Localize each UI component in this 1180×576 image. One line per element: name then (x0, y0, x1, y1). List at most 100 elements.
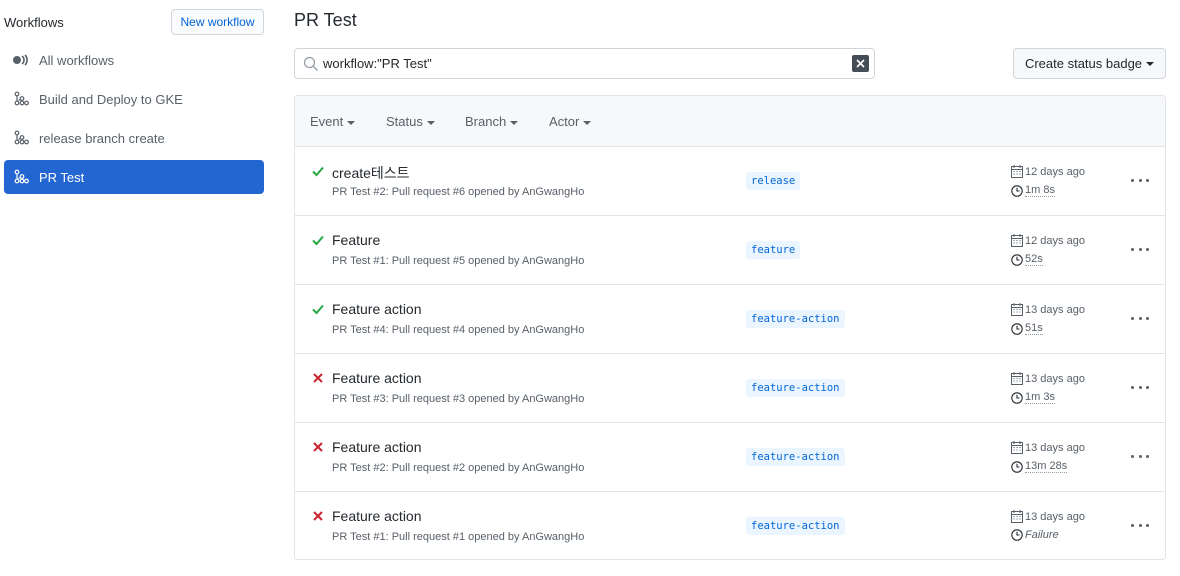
sidebar-item-pr-test[interactable]: PR Test (4, 160, 264, 194)
sidebar-item-label: release branch create (39, 130, 165, 146)
run-subtitle: PR Test #2: Pull request #6 opened by An… (332, 186, 585, 198)
x-icon (313, 511, 323, 521)
new-workflow-button[interactable]: New workflow (171, 9, 264, 35)
run-duration-text: 52s (1025, 253, 1043, 266)
table-row: Feature action PR Test #3: Pull request … (295, 354, 1165, 423)
create-status-badge-label: Create status badge (1024, 56, 1143, 71)
calendar-icon (1011, 510, 1023, 523)
search-icon (303, 56, 318, 71)
run-title-link[interactable]: Feature action (332, 301, 422, 317)
run-subtitle: PR Test #1: Pull request #5 opened by An… (332, 255, 585, 267)
more-options-button[interactable] (1131, 241, 1149, 257)
create-status-badge-button[interactable]: Create status badge (1013, 48, 1166, 79)
all-workflows-icon (12, 51, 30, 69)
status-filter-label: Status (386, 114, 423, 129)
branch-label[interactable]: feature-action (746, 448, 845, 466)
more-options-button[interactable] (1131, 310, 1149, 326)
run-duration-text: 1m 3s (1025, 391, 1055, 404)
branch-filter[interactable]: Branch (465, 114, 519, 129)
check-icon (312, 304, 324, 315)
clock-icon (1011, 184, 1023, 197)
run-title-link[interactable]: Feature (332, 232, 380, 248)
calendar-icon (1011, 372, 1023, 385)
run-duration: 1m 8s (1011, 184, 1055, 197)
branch-label[interactable]: release (746, 172, 801, 190)
workflow-runs-list: Event Status Branch Actor create테스트 PR T… (294, 95, 1166, 560)
sidebar-item-label: PR Test (39, 169, 85, 185)
more-options-button[interactable] (1131, 172, 1149, 188)
run-title-link[interactable]: Feature action (332, 439, 422, 455)
run-date: 13 days ago (1011, 372, 1085, 385)
event-filter-label: Event (310, 114, 344, 129)
run-subtitle: PR Test #1: Pull request #1 opened by An… (332, 531, 585, 543)
table-row: Feature action PR Test #2: Pull request … (295, 423, 1165, 492)
sidebar-item-label: All workflows (39, 52, 115, 68)
sidebar-item-build-deploy-gke[interactable]: Build and Deploy to GKE (4, 82, 264, 116)
run-duration: 13m 28s (1011, 460, 1068, 473)
table-row: Feature action PR Test #1: Pull request … (295, 492, 1165, 559)
run-date: 13 days ago (1011, 510, 1085, 523)
clock-icon (1011, 391, 1023, 404)
run-duration: Failure (1011, 529, 1059, 541)
clock-icon (1011, 322, 1023, 335)
run-title-link[interactable]: Feature action (332, 370, 422, 386)
more-options-button[interactable] (1131, 517, 1149, 533)
search-box (294, 48, 875, 79)
run-duration-text: 13m 28s (1025, 460, 1068, 473)
sidebar-item-release-branch-create[interactable]: release branch create (4, 121, 264, 155)
run-duration-text: Failure (1025, 529, 1059, 541)
clock-icon (1011, 460, 1023, 473)
search-input[interactable] (323, 50, 852, 77)
calendar-icon (1011, 303, 1023, 316)
page-title: PR Test (294, 10, 357, 30)
run-subtitle: PR Test #2: Pull request #2 opened by An… (332, 462, 585, 474)
status-filter[interactable]: Status (386, 114, 435, 129)
table-row: Feature PR Test #1: Pull request #5 open… (295, 216, 1165, 285)
run-duration: 51s (1011, 322, 1043, 335)
check-icon (312, 235, 324, 246)
run-subtitle: PR Test #4: Pull request #4 opened by An… (332, 324, 585, 336)
table-row: Feature action PR Test #4: Pull request … (295, 285, 1165, 354)
clock-icon (1011, 529, 1023, 541)
run-date-text: 13 days ago (1025, 441, 1085, 454)
chevron-down-icon (1146, 61, 1155, 66)
run-date-text: 13 days ago (1025, 510, 1085, 523)
run-title-link[interactable]: create테스트 (332, 163, 410, 183)
close-icon (856, 59, 865, 68)
run-date: 12 days ago (1011, 165, 1085, 178)
run-date: 12 days ago (1011, 234, 1085, 247)
clock-icon (1011, 253, 1023, 266)
clear-search-button[interactable] (852, 55, 869, 72)
event-filter[interactable]: Event (310, 114, 356, 129)
sidebar-heading: Workflows (4, 15, 64, 30)
run-date-text: 12 days ago (1025, 234, 1085, 247)
run-duration: 52s (1011, 253, 1043, 266)
calendar-icon (1011, 165, 1023, 178)
run-duration: 1m 3s (1011, 391, 1055, 404)
branch-label[interactable]: feature-action (746, 517, 845, 535)
run-date: 13 days ago (1011, 441, 1085, 454)
workflow-icon (12, 129, 30, 147)
chevron-down-icon (347, 120, 356, 125)
branch-filter-label: Branch (465, 114, 507, 129)
run-date-text: 13 days ago (1025, 372, 1085, 385)
branch-label[interactable]: feature-action (746, 310, 845, 328)
run-date-text: 12 days ago (1025, 165, 1085, 178)
run-subtitle: PR Test #3: Pull request #3 opened by An… (332, 393, 585, 405)
more-options-button[interactable] (1131, 448, 1149, 464)
workflow-icon (12, 168, 30, 186)
actor-filter-label: Actor (549, 114, 580, 129)
chevron-down-icon (583, 120, 592, 125)
chevron-down-icon (510, 120, 519, 125)
x-icon (313, 373, 323, 383)
branch-label[interactable]: feature-action (746, 379, 845, 397)
check-icon (312, 166, 324, 177)
branch-label[interactable]: feature (746, 241, 801, 259)
sidebar-item-all-workflows[interactable]: All workflows (4, 43, 264, 77)
more-options-button[interactable] (1131, 379, 1149, 395)
run-duration-text: 1m 8s (1025, 184, 1055, 197)
table-row: create테스트 PR Test #2: Pull request #6 op… (295, 147, 1165, 216)
run-title-link[interactable]: Feature action (332, 508, 422, 524)
calendar-icon (1011, 441, 1023, 454)
actor-filter[interactable]: Actor (549, 114, 592, 129)
